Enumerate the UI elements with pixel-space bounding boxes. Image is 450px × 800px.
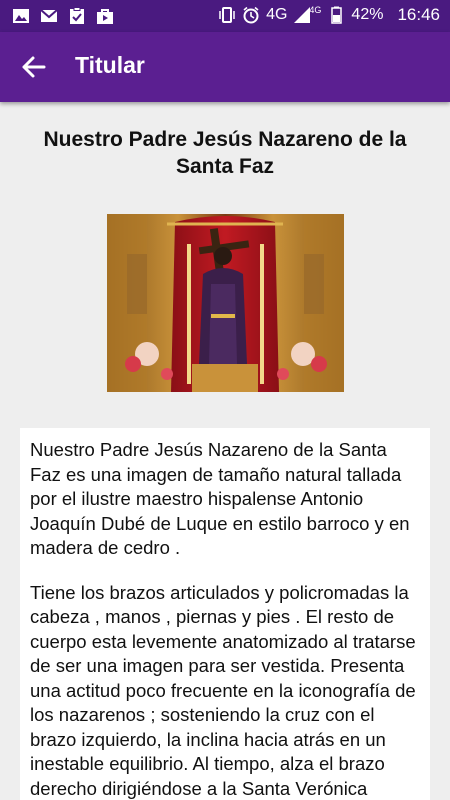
description-paragraph: Nuestro Padre Jesús Nazareno de la Santa…	[30, 439, 410, 558]
app-bar: Titular	[0, 32, 450, 102]
notification-icons	[12, 7, 114, 25]
clock: 16:46	[397, 5, 440, 24]
clipboard-check-icon	[70, 7, 84, 24]
arrow-back-icon	[22, 56, 46, 78]
content-area[interactable]: Nuestro Padre Jesús Nazareno de la Santa…	[0, 102, 450, 800]
system-icons: 4G 4G 42% 16:46	[218, 5, 440, 25]
network-small-label: 4G	[309, 5, 322, 15]
description-paragraph: Tiene los brazos articulados y policroma…	[30, 581, 416, 799]
network-type-label: 4G	[266, 6, 288, 23]
description-card: Nuestro Padre Jesús Nazareno de la Santa…	[20, 428, 430, 800]
battery-percent: 42%	[351, 6, 384, 23]
vibrate-icon	[219, 7, 235, 23]
alarm-icon	[243, 6, 259, 24]
image-icon	[13, 9, 29, 23]
store-bag-icon	[97, 9, 113, 24]
titular-image	[107, 214, 344, 392]
battery-icon	[331, 6, 343, 24]
page-title: Nuestro Padre Jesús Nazareno de la Santa…	[43, 128, 407, 178]
status-bar: 4G 4G 42% 16:46	[0, 0, 450, 32]
app-bar-title: Titular	[75, 52, 145, 78]
back-button[interactable]	[14, 47, 54, 87]
mail-icon	[40, 9, 58, 22]
